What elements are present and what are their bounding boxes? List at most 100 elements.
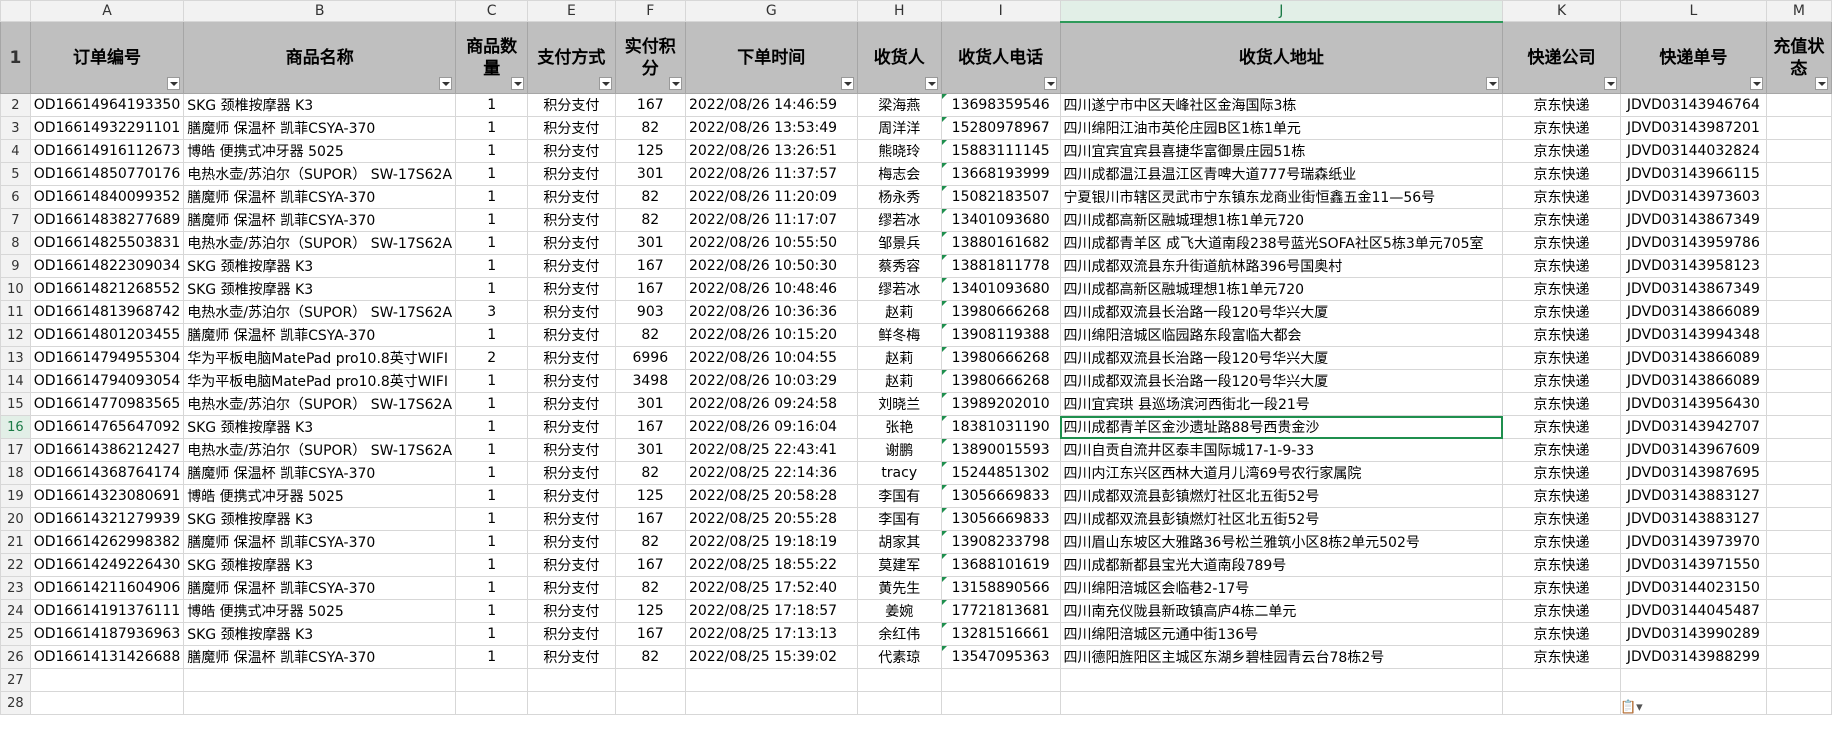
row-number[interactable]: 23 (0, 576, 31, 600)
table-cell[interactable] (1765, 93, 1832, 117)
table-cell[interactable]: 京东快递 (1502, 530, 1621, 554)
table-cell[interactable]: OD16614840099352 (29, 185, 185, 209)
table-cell[interactable]: 京东快递 (1502, 599, 1621, 623)
table-cell[interactable]: OD16614794093054 (29, 369, 185, 393)
table-cell[interactable] (1765, 208, 1832, 232)
table-cell[interactable]: 1 (455, 208, 529, 232)
table-cell[interactable]: 积分支付 (527, 369, 616, 393)
table-cell[interactable]: 四川成都双流县长治路一段120号华兴大厦 (1059, 300, 1504, 324)
table-cell[interactable]: 缪若冰 (856, 208, 942, 232)
table-cell[interactable]: 2022/08/26 11:20:09 (684, 185, 858, 209)
table-cell[interactable]: 黄先生 (856, 576, 942, 600)
row-number[interactable]: 19 (0, 484, 31, 508)
row-number[interactable]: 12 (0, 323, 31, 347)
table-cell[interactable]: 1 (455, 162, 529, 186)
row-number[interactable]: 18 (0, 461, 31, 485)
table-cell[interactable]: 四川内江东兴区西林大道月儿湾69号农行家属院 (1059, 461, 1504, 485)
table-cell[interactable]: 四川宜宾宜宾县喜捷华富御景庄园51栋 (1059, 139, 1504, 163)
table-cell[interactable]: 1 (455, 645, 529, 669)
table-cell[interactable]: 四川自贡自流井区泰丰国际城17-1-9-33 (1059, 438, 1504, 462)
row-number[interactable]: 25 (0, 622, 31, 646)
column-header-c[interactable]: C (455, 0, 529, 22)
table-cell[interactable]: 1 (455, 277, 529, 301)
table-cell[interactable]: 903 (614, 300, 686, 324)
table-cell[interactable]: 2022/08/26 10:50:30 (684, 254, 858, 278)
table-cell[interactable]: 熊晓玲 (856, 139, 942, 163)
table-cell[interactable]: 膳魔师 保温杯 凯菲CSYA-370 (183, 645, 457, 669)
table-cell[interactable]: 15280978967 (940, 116, 1061, 140)
table-cell[interactable]: OD16614323080691 (29, 484, 185, 508)
table-cell[interactable]: OD16614916112673 (29, 139, 185, 163)
table-cell[interactable]: OD16614262998382 (29, 530, 185, 554)
row-number[interactable]: 4 (0, 139, 31, 163)
table-cell[interactable] (1765, 323, 1832, 347)
table-cell[interactable]: JDVD03143956430 (1619, 392, 1767, 416)
table-cell[interactable]: 电热水壶/苏泊尔（SUPOR） SW-17S62A (183, 162, 457, 186)
table-cell[interactable]: 京东快递 (1502, 553, 1621, 577)
table-cell[interactable]: 京东快递 (1502, 323, 1621, 347)
table-cell[interactable]: JDVD03143967609 (1619, 438, 1767, 462)
table-cell[interactable]: JDVD03143958123 (1619, 254, 1767, 278)
table-cell[interactable]: 167 (614, 415, 686, 439)
table-cell[interactable]: 301 (614, 392, 686, 416)
table-cell[interactable]: 四川成都高新区融城理想1栋1单元720 (1059, 208, 1504, 232)
table-cell[interactable]: 167 (614, 93, 686, 117)
table-cell[interactable] (1765, 231, 1832, 255)
table-cell[interactable]: OD16614821268552 (29, 277, 185, 301)
table-cell[interactable]: 京东快递 (1502, 300, 1621, 324)
table-cell[interactable]: 13158890566 (940, 576, 1061, 600)
table-cell[interactable]: JDVD03143959786 (1619, 231, 1767, 255)
table-cell[interactable]: 13401093680 (940, 277, 1061, 301)
row-number[interactable]: 3 (0, 116, 31, 140)
table-cell[interactable]: 谢鹏 (856, 438, 942, 462)
table-cell[interactable]: 82 (614, 185, 686, 209)
table-cell[interactable] (1765, 139, 1832, 163)
table-cell[interactable]: 京东快递 (1502, 185, 1621, 209)
table-cell[interactable]: 2022/08/26 10:03:29 (684, 369, 858, 393)
table-cell[interactable]: 82 (614, 461, 686, 485)
table-cell[interactable]: JDVD03143973603 (1619, 185, 1767, 209)
table-cell[interactable] (1765, 415, 1832, 439)
table-cell[interactable]: JDVD03143942707 (1619, 415, 1767, 439)
table-cell[interactable]: 2022/08/26 10:48:46 (684, 277, 858, 301)
table-cell[interactable]: 2022/08/25 20:58:28 (684, 484, 858, 508)
table-cell[interactable]: 电热水壶/苏泊尔（SUPOR） SW-17S62A (183, 231, 457, 255)
table-cell[interactable]: JDVD03143866089 (1619, 346, 1767, 370)
table-cell[interactable]: 301 (614, 162, 686, 186)
table-cell[interactable] (183, 668, 457, 692)
table-cell[interactable]: 2022/08/25 22:14:36 (684, 461, 858, 485)
table-cell[interactable]: 胡家其 (856, 530, 942, 554)
table-cell[interactable]: 四川成都双流县彭镇燃灯社区北五街52号 (1059, 507, 1504, 531)
row-number[interactable]: 27 (0, 668, 31, 692)
table-cell[interactable]: 积分支付 (527, 162, 616, 186)
row-number[interactable]: 13 (0, 346, 31, 370)
table-cell[interactable]: SKG 颈椎按摩器 K3 (183, 553, 457, 577)
table-cell[interactable]: 华为平板电脑MatePad pro10.8英寸WIFI (183, 346, 457, 370)
table-cell[interactable]: OD16614770983565 (29, 392, 185, 416)
table-cell[interactable]: 301 (614, 438, 686, 462)
table-cell[interactable]: 积分支付 (527, 438, 616, 462)
table-cell[interactable]: 四川成都双流县彭镇燃灯社区北五街52号 (1059, 484, 1504, 508)
table-cell[interactable]: JDVD03143987201 (1619, 116, 1767, 140)
table-cell[interactable]: 2022/08/25 17:13:13 (684, 622, 858, 646)
table-cell[interactable]: 膳魔师 保温杯 凯菲CSYA-370 (183, 116, 457, 140)
table-cell[interactable]: 82 (614, 208, 686, 232)
table-cell[interactable] (1765, 461, 1832, 485)
table-cell[interactable]: 张艳 (856, 415, 942, 439)
table-cell[interactable]: 2022/08/26 10:55:50 (684, 231, 858, 255)
table-cell[interactable]: OD16614249226430 (29, 553, 185, 577)
table-cell[interactable]: 杨永秀 (856, 185, 942, 209)
table-cell[interactable]: 四川成都青羊区 成飞大道南段238号蓝光SOFA社区5栋3单元705室 (1059, 231, 1504, 255)
table-cell[interactable]: 膳魔师 保温杯 凯菲CSYA-370 (183, 576, 457, 600)
table-cell[interactable]: 13056669833 (940, 507, 1061, 531)
table-cell[interactable]: OD16614813968742 (29, 300, 185, 324)
table-cell[interactable]: JDVD03143883127 (1619, 484, 1767, 508)
row-number[interactable]: 21 (0, 530, 31, 554)
table-cell[interactable]: 京东快递 (1502, 507, 1621, 531)
table-cell[interactable] (856, 691, 942, 715)
table-cell[interactable]: 京东快递 (1502, 415, 1621, 439)
column-header-e[interactable]: E (527, 0, 616, 22)
table-cell[interactable]: JDVD03143971550 (1619, 553, 1767, 577)
table-cell[interactable]: 1 (455, 323, 529, 347)
table-cell[interactable]: 2022/08/26 10:36:36 (684, 300, 858, 324)
